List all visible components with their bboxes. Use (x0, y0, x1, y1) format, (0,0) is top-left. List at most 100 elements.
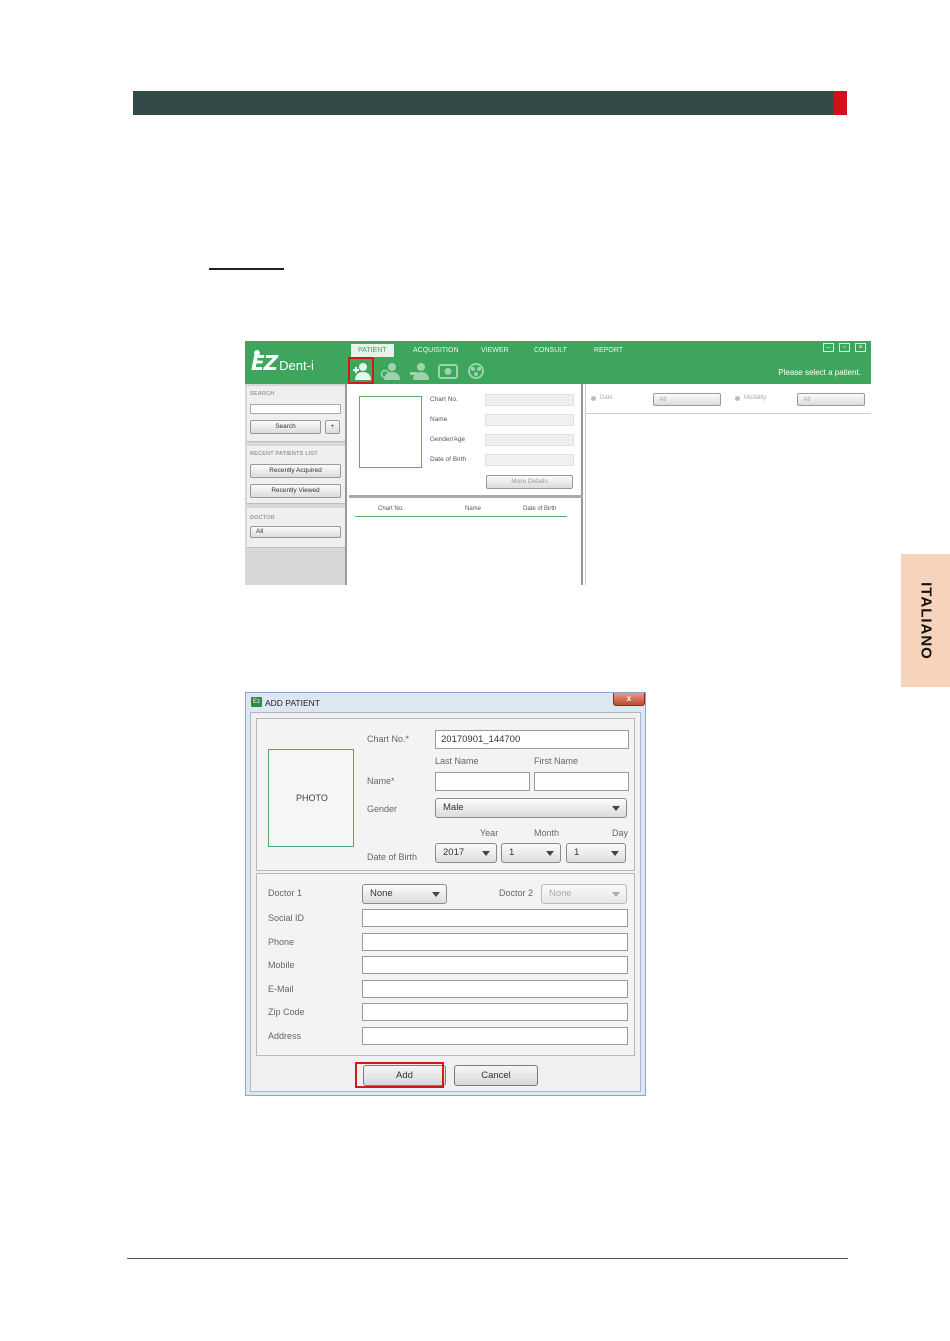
minimize-icon[interactable]: – (823, 343, 834, 352)
logo-product: Dent-i (279, 358, 314, 373)
social-id-input[interactable] (362, 909, 628, 927)
modality-filter-label: Modality (744, 395, 767, 401)
section-header-bar (133, 91, 847, 115)
first-name-input[interactable] (534, 772, 629, 791)
doctor2-value: None (549, 888, 572, 899)
address-input[interactable] (362, 1027, 628, 1045)
image-panel: Date All Modality All (585, 384, 871, 585)
plus-button[interactable]: + (325, 420, 340, 434)
year-select[interactable]: 2017 (435, 843, 497, 863)
app-header: EZ Dent-i PATIENT ACQUISITION VIEWER CONS… (245, 341, 871, 384)
social-id-label: Social ID (268, 913, 305, 923)
email-input[interactable] (362, 980, 628, 998)
delete-patient-icon[interactable] (408, 361, 430, 381)
tab-viewer[interactable]: VIEWER (474, 344, 516, 357)
day-value: 1 (574, 847, 580, 858)
day-select[interactable]: 1 (566, 843, 626, 863)
phone-input[interactable] (362, 933, 628, 951)
recently-viewed-button[interactable]: Recently Viewed (250, 484, 341, 498)
mobile-label: Mobile (268, 960, 295, 970)
chevron-down-icon (546, 851, 554, 856)
import-image-icon[interactable] (437, 361, 459, 381)
chart-no-input[interactable]: 20170901_144700 (435, 730, 629, 749)
doctor2-select: None (541, 884, 627, 904)
recently-acquired-button[interactable]: Recently Acquired (250, 464, 341, 478)
language-side-tab: ITALIANO (901, 554, 950, 687)
highlight-box (348, 357, 374, 384)
email-label: E-Mail (268, 984, 294, 994)
search-title: SEARCH (250, 391, 275, 397)
patient-list-header: Chart No. Name Date of Birth (355, 503, 567, 517)
app-logo: EZ Dent-i (251, 350, 314, 375)
last-name-label: Last Name (435, 756, 479, 766)
chevron-down-icon (432, 892, 440, 897)
year-value: 2017 (443, 847, 465, 858)
month-value: 1 (509, 847, 515, 858)
chevron-down-icon (612, 892, 620, 897)
month-select[interactable]: 1 (501, 843, 561, 863)
more-details-button[interactable]: More Details (486, 475, 573, 489)
info-label-gender-age: Gender/Age (430, 436, 466, 443)
photo-box[interactable]: PHOTO (268, 749, 354, 847)
share-icon[interactable] (466, 361, 488, 381)
patient-info-panel: Chart No. Name Gender/Age Date of Birth … (349, 384, 583, 585)
info-value-name (485, 414, 574, 426)
info-value-dob (485, 454, 574, 466)
basic-info-group: PHOTO Chart No.* 20170901_144700 Last Na… (256, 718, 635, 871)
modality-filter-select[interactable]: All (797, 393, 865, 406)
dialog-app-icon: Ez (251, 697, 262, 707)
chart-no-label: Chart No.* (367, 734, 410, 744)
photo-label: PHOTO (296, 793, 328, 803)
patient-photo-frame (359, 396, 422, 468)
date-of-birth-label: Date of Birth (367, 852, 418, 862)
cancel-button[interactable]: Cancel (454, 1065, 538, 1086)
tab-patient[interactable]: PATIENT (351, 344, 394, 357)
filter-bar: Date All Modality All (586, 384, 871, 414)
date-filter-value: All (659, 396, 667, 403)
maximize-icon[interactable]: ▫ (839, 343, 850, 352)
day-label: Day (612, 828, 629, 838)
doctor-select[interactable]: All (250, 526, 341, 538)
modality-filter-value: All (803, 396, 811, 403)
col-name[interactable]: Name (465, 506, 481, 512)
info-label-dob: Date of Birth (430, 456, 467, 463)
search-button[interactable]: Search (250, 420, 321, 434)
month-label: Month (534, 828, 560, 838)
dialog-title: ADD PATIENT (265, 698, 320, 708)
doctor2-label: Doctor 2 (499, 888, 534, 898)
info-label-chart-no: Chart No. (430, 396, 458, 403)
date-radio[interactable] (591, 396, 596, 401)
close-icon[interactable]: × (855, 343, 866, 352)
gender-select[interactable]: Male (435, 798, 627, 818)
doctor1-value: None (370, 888, 393, 899)
date-filter-select[interactable]: All (653, 393, 721, 406)
app-sidebar: SEARCH Search + RECENT PATIENTS LIST Rec… (245, 384, 347, 585)
doctor1-select[interactable]: None (362, 884, 447, 904)
dialog-close-button[interactable]: x (613, 693, 645, 706)
chevron-down-icon (611, 851, 619, 856)
search-input[interactable] (250, 404, 341, 414)
info-value-chart-no (485, 394, 574, 406)
last-name-input[interactable] (435, 772, 530, 791)
add-patient-dialog: Ez ADD PATIENT x PHOTO Chart No.* 201709… (245, 692, 646, 1096)
tab-report[interactable]: REPORT (587, 344, 630, 357)
tab-acquisition[interactable]: ACQUISITION (406, 344, 466, 357)
zip-code-label: Zip Code (268, 1007, 305, 1017)
ezdent-main-window: EZ Dent-i PATIENT ACQUISITION VIEWER CONS… (245, 341, 871, 585)
modality-radio[interactable] (735, 396, 740, 401)
doctor1-label: Doctor 1 (268, 888, 303, 898)
language-label: ITALIANO (917, 581, 934, 660)
col-date-of-birth[interactable]: Date of Birth (523, 506, 556, 512)
edit-patient-icon[interactable] (379, 361, 401, 381)
zip-code-input[interactable] (362, 1003, 628, 1021)
tab-consult[interactable]: CONSULT (527, 344, 574, 357)
doctor-title: DOCTOR (250, 515, 275, 521)
mobile-input[interactable] (362, 956, 628, 974)
chevron-down-icon (612, 806, 620, 811)
dialog-body: PHOTO Chart No.* 20170901_144700 Last Na… (250, 712, 641, 1092)
col-chart-no[interactable]: Chart No. (378, 506, 404, 512)
chevron-down-icon (482, 851, 490, 856)
address-label: Address (268, 1031, 302, 1041)
contact-info-group: Doctor 1 None Doctor 2 None Social ID Ph… (256, 873, 635, 1056)
doctor-value: All (256, 528, 264, 535)
